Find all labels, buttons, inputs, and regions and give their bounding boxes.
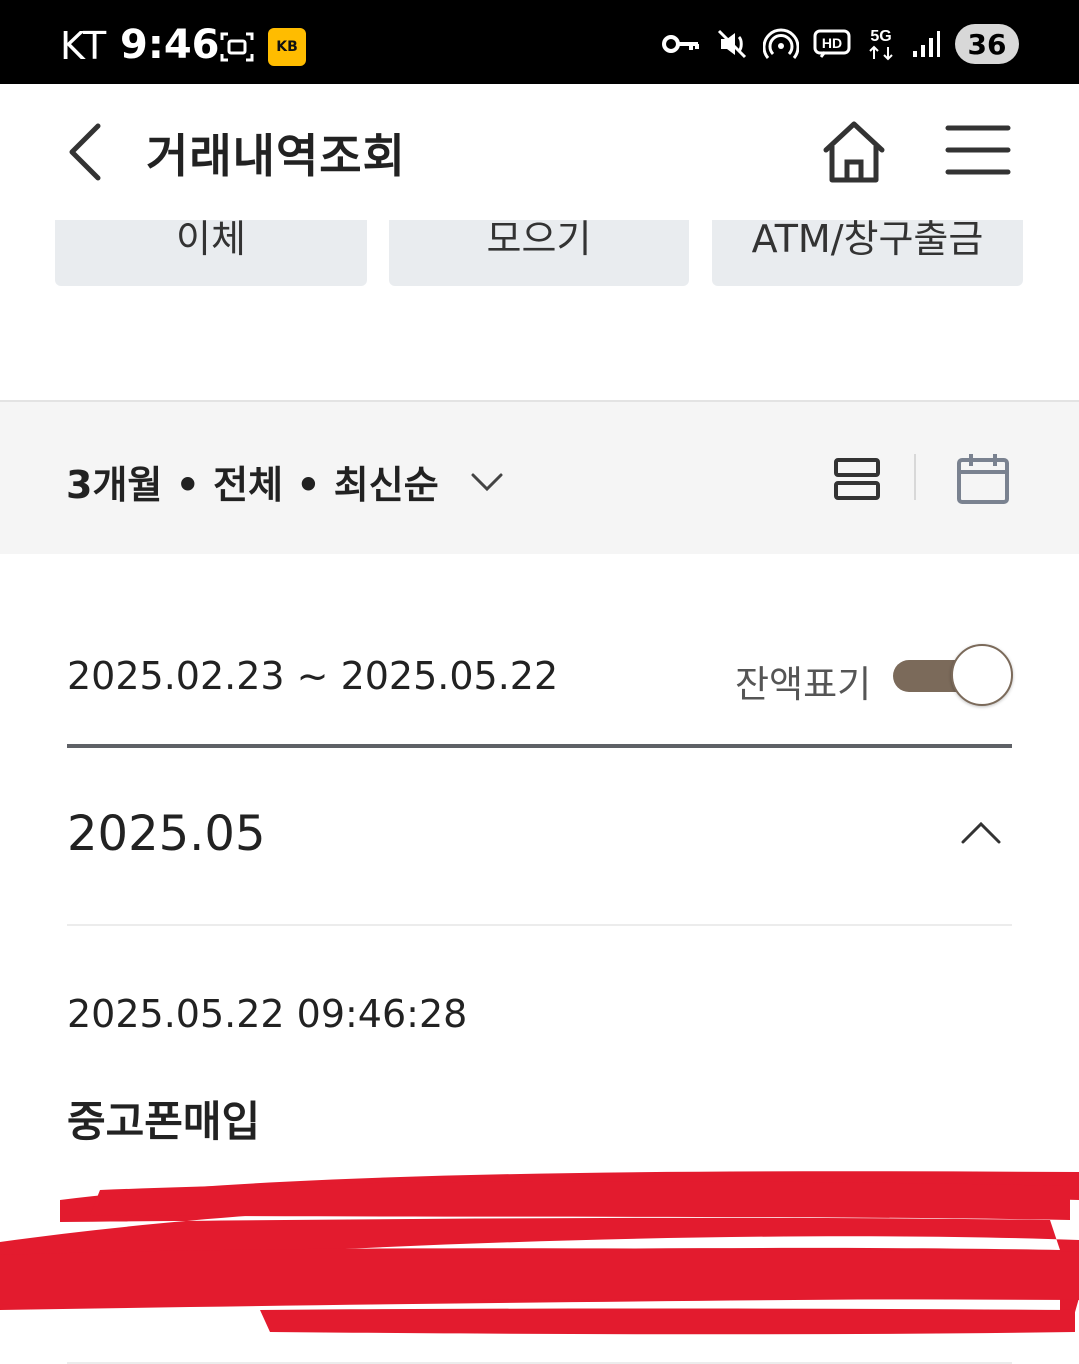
filter-summary: 3개월 • 전체 • 최신순 xyxy=(66,463,439,507)
filter-bar: 3개월 • 전체 • 최신순 xyxy=(0,400,1079,554)
home-icon[interactable] xyxy=(818,116,890,188)
period-range: 2025.02.23 ~ 2025.05.22 xyxy=(67,654,559,698)
period-row: 2025.02.23 ~ 2025.05.22 잔액표기 xyxy=(67,640,1013,748)
5g-signal-icon: 5G xyxy=(869,28,893,61)
notification-icons: KB xyxy=(218,28,306,66)
battery-indicator: 36 xyxy=(955,24,1019,64)
balance-toggle[interactable] xyxy=(893,644,1013,706)
toggle-knob xyxy=(951,644,1013,706)
svg-text:5G: 5G xyxy=(870,28,891,45)
chevron-up-icon[interactable] xyxy=(959,812,1003,856)
calendar-icon[interactable] xyxy=(955,452,1011,506)
chevron-down-icon xyxy=(471,473,503,491)
back-icon[interactable] xyxy=(62,120,112,184)
month-section-header[interactable]: 2025.05 xyxy=(67,748,1012,926)
hamburger-menu-icon[interactable] xyxy=(944,120,1012,180)
app-header: 거래내역조회 xyxy=(0,84,1079,220)
svg-text:HD: HD xyxy=(822,35,842,51)
mute-icon xyxy=(717,29,747,59)
redaction-scribble xyxy=(0,1171,1079,1335)
month-title: 2025.05 xyxy=(67,806,266,862)
kb-app-icon: KB xyxy=(268,28,306,66)
hd-voice-icon: HD xyxy=(813,29,851,58)
toolbar-divider xyxy=(914,454,916,500)
page-title: 거래내역조회 xyxy=(146,129,406,183)
hotspot-icon xyxy=(763,28,799,59)
list-view-icon[interactable] xyxy=(832,454,882,504)
vpn-key-icon xyxy=(662,35,699,53)
carrier-label: KT xyxy=(60,24,108,68)
transaction-datetime: 2025.05.22 09:46:28 xyxy=(67,992,468,1036)
balance-toggle-label: 잔액표기 xyxy=(735,663,872,706)
status-clock: 9:46 xyxy=(120,22,220,68)
filter-dropdown[interactable]: 3개월 • 전체 • 최신순 xyxy=(66,454,507,509)
system-icons: HD 5G 36 xyxy=(661,24,1019,64)
status-bar: KT 9:46 KB HD 5G 36 xyxy=(0,0,1079,84)
transaction-description: 중고폰매입 xyxy=(67,1097,261,1146)
screenshot-icon xyxy=(220,32,254,62)
cell-signal-icon xyxy=(913,31,940,57)
